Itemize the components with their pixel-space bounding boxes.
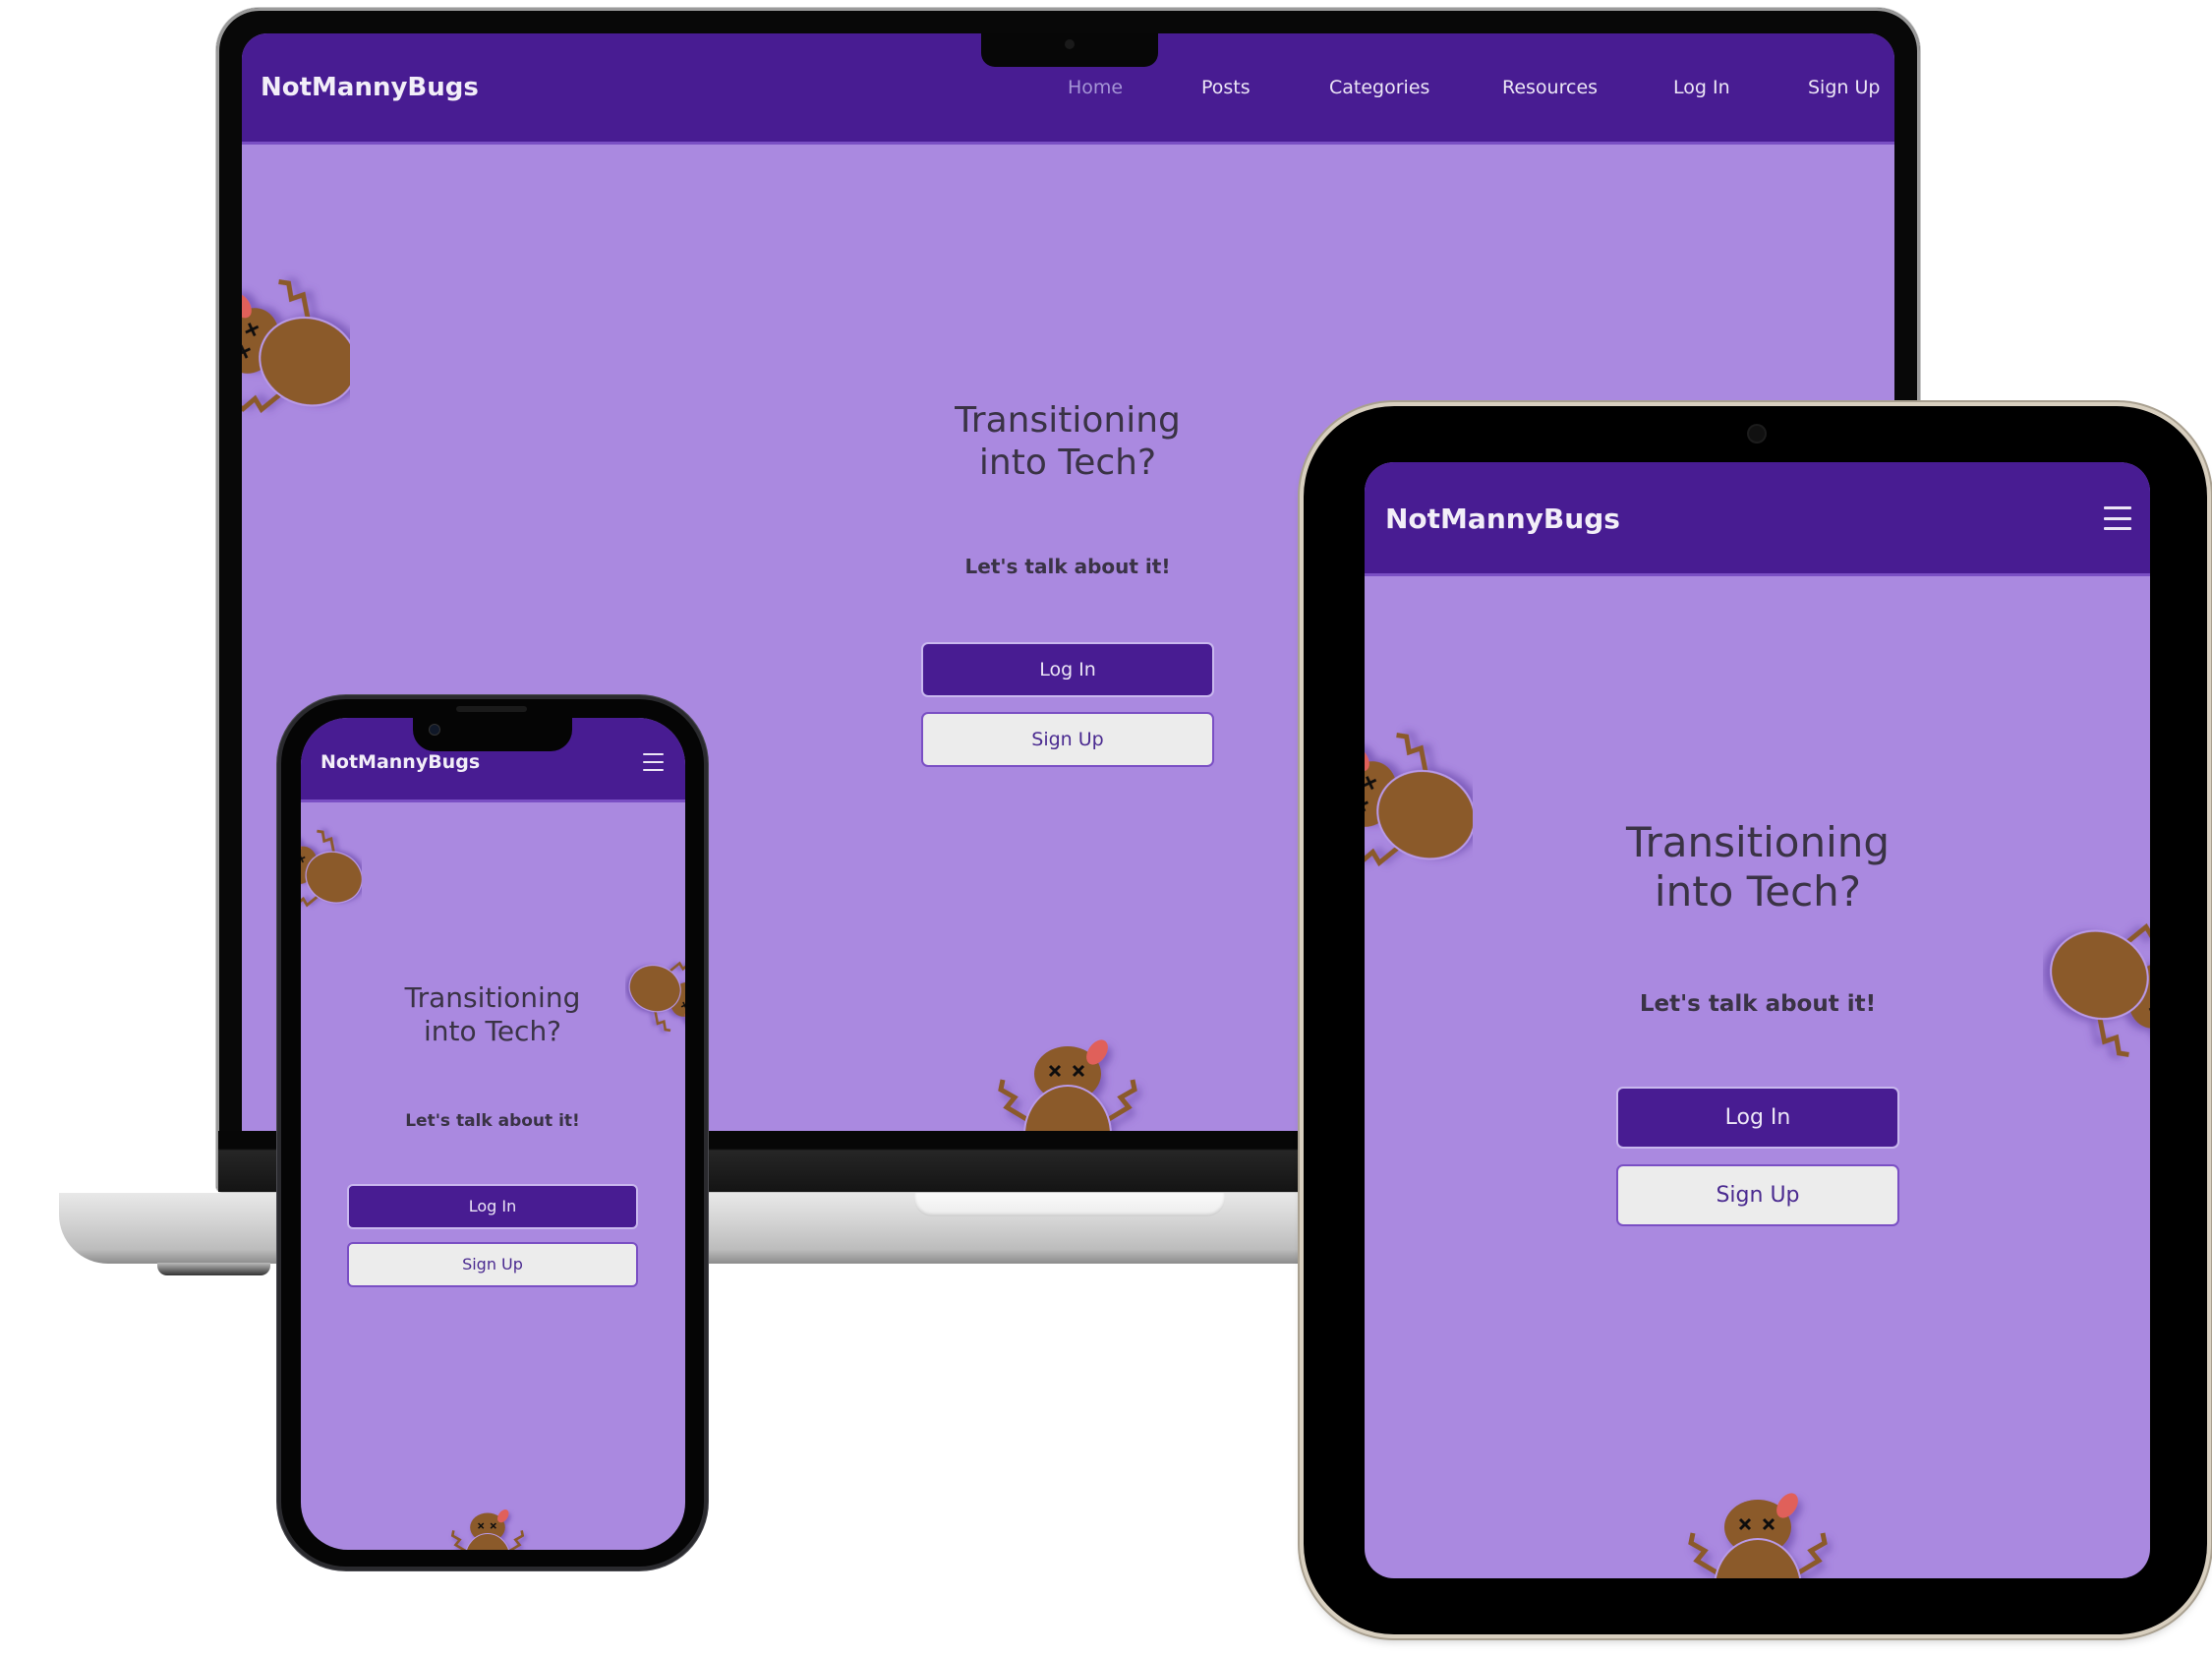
phone-speaker	[456, 706, 527, 712]
nav-link-posts[interactable]: Posts	[1201, 77, 1251, 98]
brand-logo[interactable]: NotMannyBugs	[1385, 503, 1620, 535]
nav-link-home[interactable]: Home	[1068, 77, 1123, 98]
tablet-navbar: NotMannyBugs	[1365, 462, 2150, 576]
bug-illustration-right	[2043, 895, 2150, 1092]
tablet-screen: NotMannyBugs Transitioning into Tech? Le…	[1365, 462, 2150, 1578]
nav-link-resources[interactable]: Resources	[1502, 77, 1598, 98]
hero-title-line2: into Tech?	[978, 443, 1157, 484]
hero-subtitle: Let's talk about it!	[964, 555, 1171, 578]
hero-subtitle: Let's talk about it!	[405, 1111, 580, 1131]
signup-button[interactable]: Sign Up	[921, 712, 1214, 767]
nav-link-categories[interactable]: Categories	[1329, 77, 1429, 98]
nav-link-signup[interactable]: Sign Up	[1808, 77, 1880, 98]
hero-title-line2: into Tech?	[423, 1014, 562, 1047]
login-button[interactable]: Log In	[921, 642, 1214, 697]
hamburger-menu-icon[interactable]	[643, 753, 664, 771]
phone-screen: NotMannyBugs Transitioning into Tech? Le…	[301, 718, 685, 1550]
hero-title: Transitioning into Tech?	[871, 399, 1264, 484]
laptop-foot	[157, 1263, 270, 1275]
hero-title: Transitioning into Tech?	[1561, 818, 1954, 917]
brand-logo[interactable]: NotMannyBugs	[320, 751, 480, 773]
phone-notch	[413, 718, 572, 751]
laptop-trackpad-notch	[914, 1193, 1225, 1216]
bug-illustration-left	[301, 821, 362, 929]
tablet-camera-icon	[1749, 426, 1765, 442]
bug-illustration-left	[1365, 718, 1473, 905]
signup-button[interactable]: Sign Up	[347, 1242, 638, 1287]
login-button[interactable]: Log In	[347, 1184, 638, 1229]
bug-illustration-bottom	[979, 1027, 1156, 1131]
bug-illustration-bottom	[438, 1503, 537, 1550]
hero-title-line1: Transitioning	[955, 400, 1181, 441]
hero-subtitle: Let's talk about it!	[1639, 991, 1877, 1017]
laptop-camera-icon	[1065, 39, 1075, 49]
login-button[interactable]: Log In	[1616, 1087, 1899, 1149]
signup-button[interactable]: Sign Up	[1616, 1164, 1899, 1226]
hero-title-line1: Transitioning	[1625, 818, 1891, 866]
nav-link-login[interactable]: Log In	[1673, 77, 1730, 98]
hero-title: Transitioning into Tech?	[345, 981, 640, 1047]
phone-camera-icon	[430, 725, 439, 735]
hero-title-line1: Transitioning	[404, 981, 581, 1014]
bug-illustration-bottom	[1664, 1480, 1851, 1578]
bug-illustration-left	[242, 269, 350, 446]
brand-logo[interactable]: NotMannyBugs	[261, 73, 479, 102]
hero-title-line2: into Tech?	[1654, 867, 1862, 917]
hamburger-menu-icon[interactable]	[2104, 506, 2131, 530]
